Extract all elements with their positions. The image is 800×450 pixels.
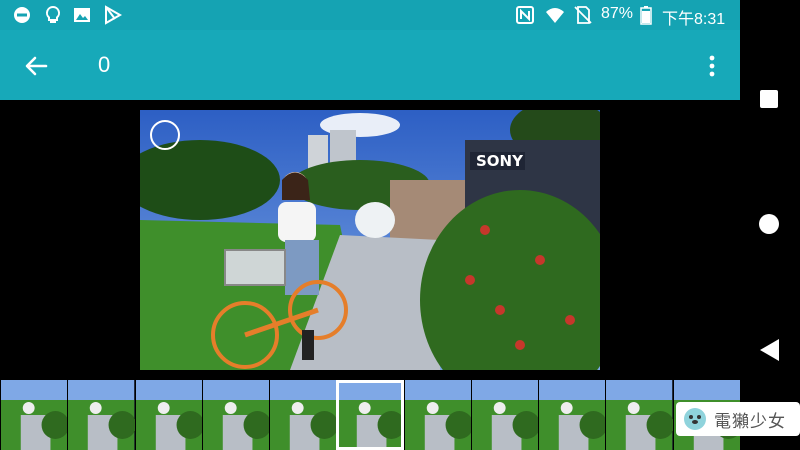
battery-percent: 87% [601,5,634,22]
more-vert-icon[interactable] [702,50,722,82]
status-bar: 87% 下午8:31 [0,0,740,30]
thumbnail[interactable] [605,380,673,450]
wifi-icon [546,8,564,23]
arrow-left-icon[interactable] [20,50,52,82]
navigation-bar [740,0,800,450]
recents-button[interactable] [760,90,778,108]
thumbnail[interactable] [0,380,68,450]
nfc-icon [516,6,534,24]
bulb-icon [45,5,61,23]
watermark-text: 電獺少女 [714,411,786,432]
filmstrip [0,380,740,450]
otter-icon [684,408,706,430]
thumbnail[interactable] [67,380,135,450]
sony-sign: SONY [476,152,524,170]
back-button[interactable] [759,338,781,362]
home-button[interactable] [759,214,779,234]
clock: 下午8:31 [662,11,726,28]
watermark-logo: 電獺少女 [676,402,800,436]
thumbnail-selected[interactable] [336,380,404,450]
app-bar: 0 [0,30,740,100]
thumbnail[interactable] [403,380,471,450]
image-icon [74,8,90,22]
dnd-icon [14,7,30,23]
thumbnail[interactable] [201,380,270,450]
page-title: 0 [98,52,111,77]
no-sim-icon [574,6,592,24]
play-store-icon [105,5,123,25]
thumbnail[interactable] [269,380,337,450]
thumbnail[interactable] [538,380,606,450]
content-area: SONY [0,100,740,450]
battery-icon [640,6,652,25]
photo-image: SONY [140,110,600,370]
main-photo[interactable]: SONY [140,110,600,370]
thumbnail[interactable] [134,380,202,450]
thumbnail[interactable] [470,380,539,450]
